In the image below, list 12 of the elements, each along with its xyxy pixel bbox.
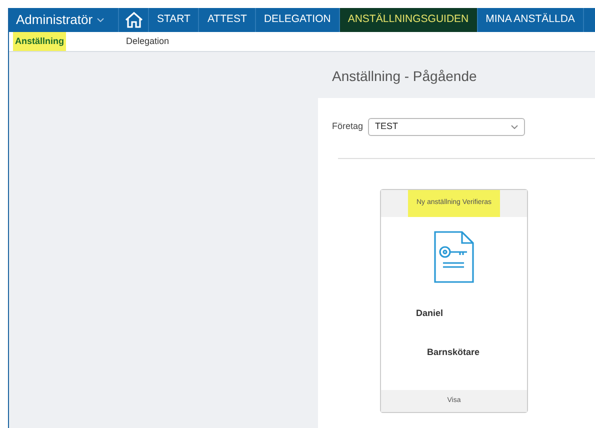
nav-tab[interactable]: ANSTÄLLNINGSGUIDEN (340, 8, 478, 32)
employee-role: Barnskötare (427, 346, 481, 358)
chevron-icon (511, 125, 518, 129)
sub-tab[interactable]: Anställning (13, 32, 66, 51)
sub-tab[interactable]: Delegation (124, 32, 172, 51)
company-dropdown[interactable]: TEST (368, 118, 526, 136)
company-label: Företag (332, 120, 364, 134)
caret-icon (96, 18, 104, 22)
home-icon[interactable] (124, 10, 144, 29)
page-title: Anställning - Pågående (331, 67, 478, 86)
document-key-icon (434, 231, 474, 283)
employee-name: Daniel (416, 307, 444, 320)
